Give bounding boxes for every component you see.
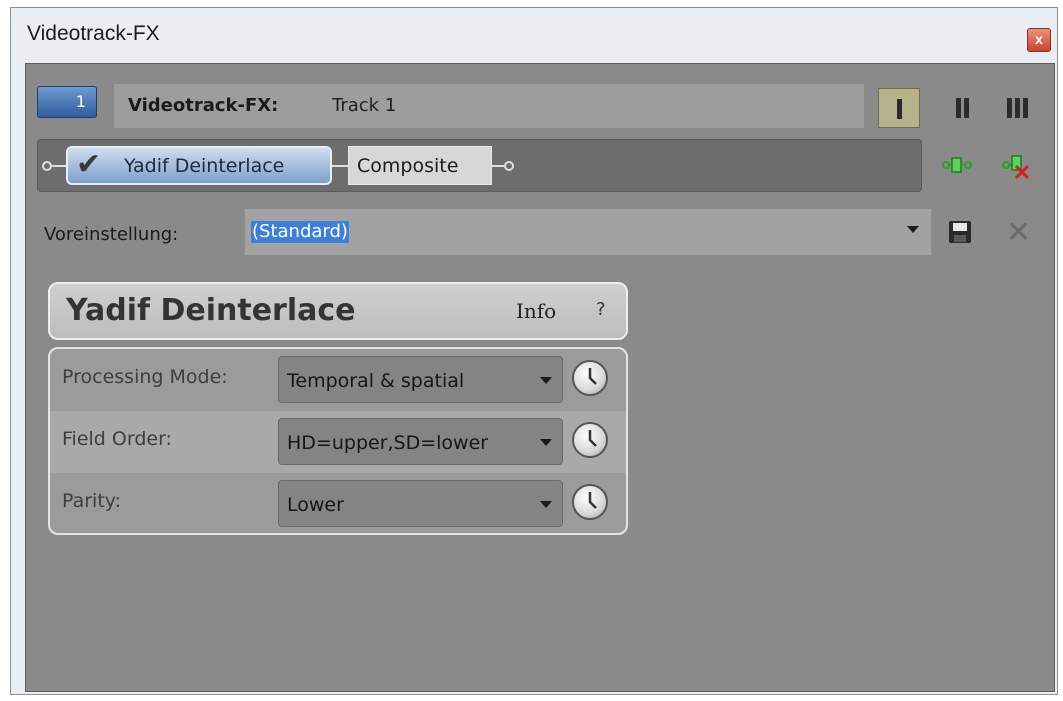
chevron-down-icon: [540, 377, 552, 384]
keyframe-clock-icon[interactable]: [572, 422, 608, 458]
info-button[interactable]: Info: [516, 299, 556, 323]
fx-window: Videotrack-FX x 1 Videotrack-FX: Track 1…: [10, 7, 1058, 695]
close-button[interactable]: x: [1027, 28, 1051, 52]
clock-hand: [588, 492, 597, 509]
plugin-yadif-deinterlace[interactable]: ✔ Yadif Deinterlace: [66, 146, 332, 185]
remove-plugin-icon[interactable]: [1001, 150, 1033, 180]
bar: [1023, 98, 1028, 118]
track-header: Videotrack-FX: Track 1: [114, 84, 864, 128]
preset-label: Voreinstellung:: [44, 224, 179, 245]
chevron-down-icon: [540, 501, 552, 508]
preset-value[interactable]: (Standard): [251, 221, 349, 243]
save-icon[interactable]: [947, 218, 973, 246]
two-column-view-icon[interactable]: [944, 88, 986, 128]
chain-line: [52, 165, 66, 167]
chain-input-connector: [42, 161, 52, 171]
field-order-dropdown[interactable]: HD=upper,SD=lower: [278, 418, 563, 465]
processing-mode-dropdown[interactable]: Temporal & spatial: [278, 356, 563, 403]
delete-icon[interactable]: ✕: [1006, 218, 1031, 248]
window-title: Videotrack-FX: [27, 22, 160, 45]
bar: [956, 98, 961, 118]
plugin-name: Yadif Deinterlace: [124, 155, 285, 177]
plugin-composite[interactable]: Composite: [348, 146, 492, 185]
plugin-chain-bar: ✔ Yadif Deinterlace Composite: [37, 139, 922, 192]
fx-parameters: Processing Mode: Temporal & spatial Fiel…: [48, 347, 628, 535]
track-label: Videotrack-FX:: [128, 95, 279, 116]
chevron-down-icon: [540, 439, 552, 446]
close-icon: x: [1035, 31, 1043, 47]
track-name: Track 1: [332, 95, 397, 116]
param-label: Field Order:: [62, 428, 172, 450]
plugin-chain-icon[interactable]: [941, 150, 973, 180]
param-value: HD=upper,SD=lower: [287, 432, 489, 454]
single-column-view-icon[interactable]: [878, 88, 920, 128]
param-value: Temporal & spatial: [287, 370, 465, 392]
clock-hand: [588, 368, 597, 385]
bar: [897, 99, 902, 119]
chain-output-connector: [504, 161, 514, 171]
chain-line: [492, 165, 504, 167]
param-label: Parity:: [62, 490, 122, 512]
help-button[interactable]: ?: [596, 299, 606, 320]
param-row-field-order: Field Order: HD=upper,SD=lower: [50, 411, 626, 473]
chevron-down-icon[interactable]: [907, 226, 919, 233]
keyframe-clock-icon[interactable]: [572, 484, 608, 520]
fx-header: Yadif Deinterlace Info ?: [48, 282, 628, 340]
three-column-view-icon[interactable]: [997, 88, 1039, 128]
chain-line: [332, 165, 348, 167]
param-row-parity: Parity: Lower: [50, 473, 626, 533]
fx-title: Yadif Deinterlace: [66, 293, 356, 328]
param-row-processing-mode: Processing Mode: Temporal & spatial: [50, 349, 626, 411]
plugin-name: Composite: [357, 155, 459, 177]
fx-client-area: 1 Videotrack-FX: Track 1 ✔ Yadif Deinter…: [25, 63, 1055, 692]
track-number-badge[interactable]: 1: [37, 86, 97, 118]
plugin-enabled-checkbox[interactable]: ✔: [76, 150, 110, 180]
bar: [1007, 98, 1012, 118]
bar: [964, 98, 969, 118]
param-label: Processing Mode:: [62, 366, 228, 388]
preset-dropdown[interactable]: (Standard): [245, 209, 931, 255]
param-value: Lower: [287, 494, 344, 516]
title-bar[interactable]: Videotrack-FX x: [11, 8, 1057, 63]
keyframe-clock-icon[interactable]: [572, 360, 608, 396]
parity-dropdown[interactable]: Lower: [278, 480, 563, 527]
track-number: 1: [75, 92, 86, 111]
bar: [1015, 98, 1020, 118]
clock-hand: [588, 430, 597, 447]
